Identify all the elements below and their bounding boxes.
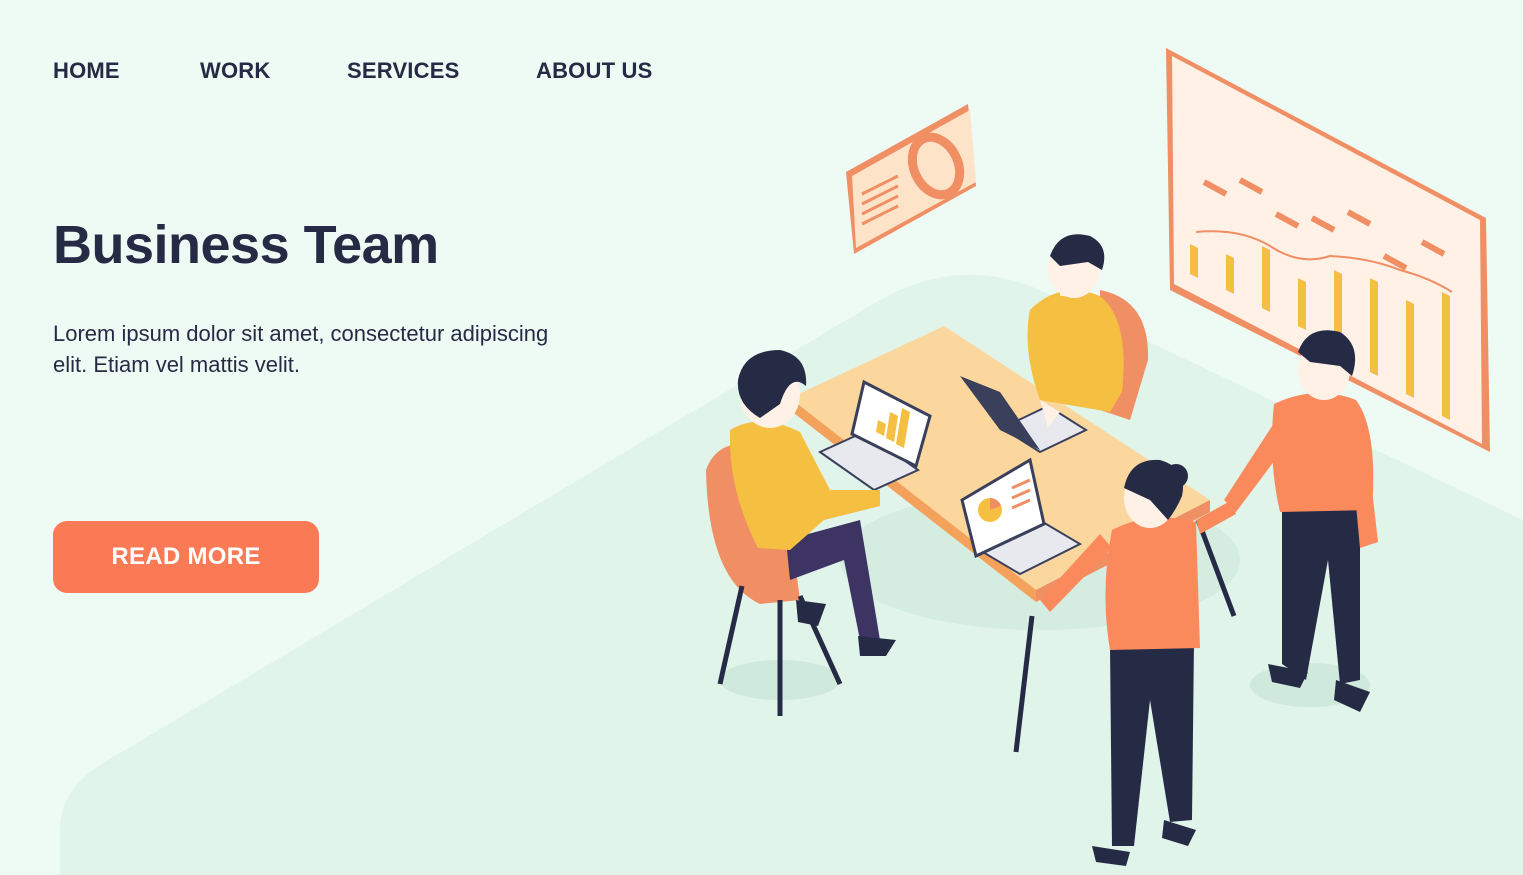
person-standing-right: [1224, 330, 1378, 712]
floating-report-card: [846, 104, 976, 254]
person-seated-center: [1027, 234, 1149, 428]
landing-page: HOME WORK SERVICES ABOUT US Business Tea…: [0, 0, 1523, 875]
business-team-illustration: [706, 48, 1490, 866]
